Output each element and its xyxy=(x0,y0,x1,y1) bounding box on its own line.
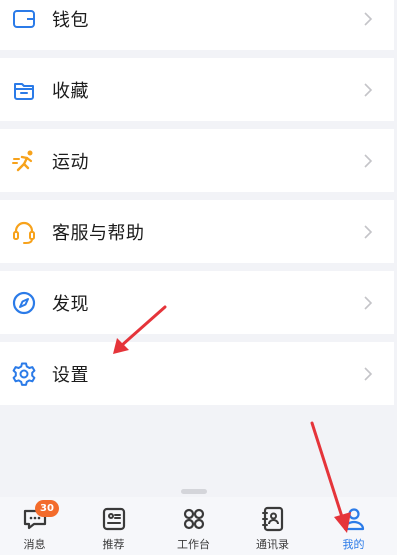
drag-handle[interactable] xyxy=(181,489,207,494)
running-icon xyxy=(11,148,37,174)
chevron-right-icon xyxy=(364,366,373,381)
menu-item-label: 运动 xyxy=(52,151,89,173)
tab-label: 消息 xyxy=(23,538,46,551)
menu-item-label: 钱包 xyxy=(52,9,89,31)
menu-item-label: 客服与帮助 xyxy=(52,222,145,244)
chevron-right-icon xyxy=(364,295,373,310)
recommend-icon xyxy=(102,507,125,531)
tab-label: 通讯录 xyxy=(256,538,289,551)
tab-me[interactable]: 我的 xyxy=(314,497,393,555)
menu-item-sports[interactable]: 运动 xyxy=(0,129,394,192)
tab-label: 我的 xyxy=(342,538,365,551)
menu-item-label: 收藏 xyxy=(52,80,89,102)
wallet-icon xyxy=(11,6,37,32)
chevron-right-icon xyxy=(364,82,373,97)
tab-messages[interactable]: 30 消息 xyxy=(0,497,74,555)
menu-item-discover[interactable]: 发现 xyxy=(0,271,394,334)
chevron-right-icon xyxy=(364,153,373,168)
gear-icon xyxy=(11,361,37,387)
menu-item-wallet[interactable]: 钱包 xyxy=(0,0,394,50)
menu-item-customer-service[interactable]: 客服与帮助 xyxy=(0,200,394,263)
tab-workbench[interactable]: 工作台 xyxy=(154,497,233,555)
menu-item-favorites[interactable]: 收藏 xyxy=(0,58,394,121)
tab-contacts[interactable]: 通讯录 xyxy=(233,497,312,555)
chevron-right-icon xyxy=(364,224,373,239)
menu-item-label: 设置 xyxy=(52,364,89,386)
workbench-icon xyxy=(183,508,204,530)
menu-item-label: 发现 xyxy=(52,293,89,315)
tab-label: 工作台 xyxy=(177,538,210,551)
bottom-tab-bar: 30 消息 推荐 工作台 通讯录 我的 xyxy=(0,497,397,555)
contacts-icon xyxy=(261,506,283,532)
headset-icon xyxy=(11,219,37,245)
folder-icon xyxy=(11,77,37,103)
person-icon xyxy=(343,508,364,531)
chevron-right-icon xyxy=(364,11,373,26)
unread-badge: 30 xyxy=(35,500,59,517)
menu-item-settings[interactable]: 设置 xyxy=(0,342,394,405)
compass-icon xyxy=(11,290,37,316)
tab-recommend[interactable]: 推荐 xyxy=(74,497,153,555)
tab-label: 推荐 xyxy=(102,538,125,551)
